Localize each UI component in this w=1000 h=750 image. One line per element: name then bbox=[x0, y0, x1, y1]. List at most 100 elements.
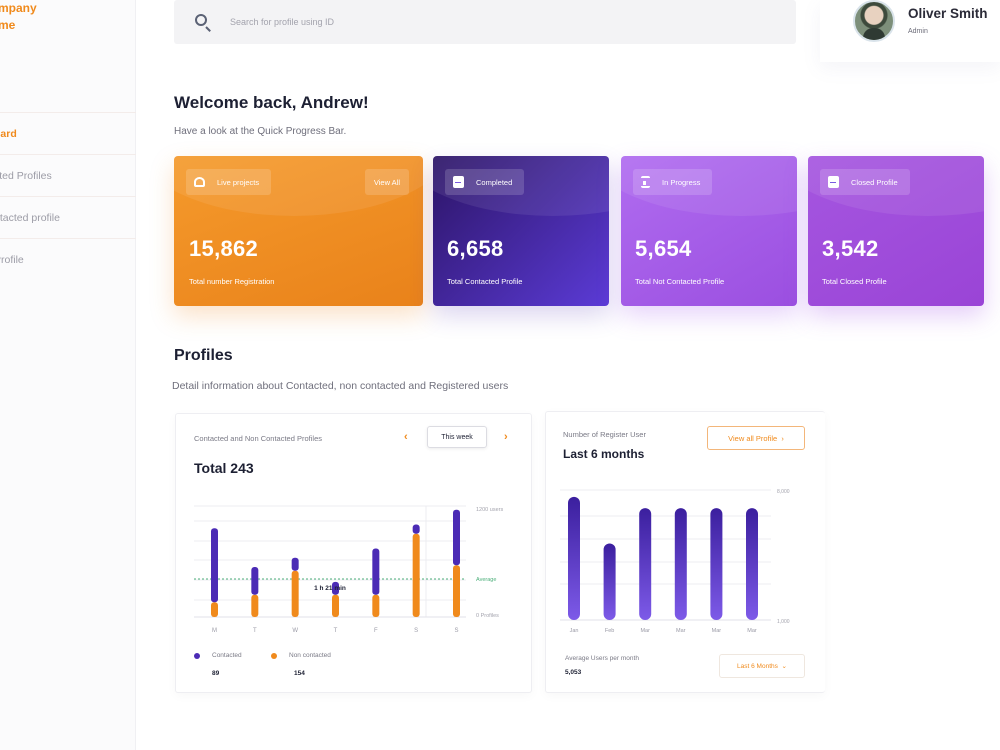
bar-non-contacted bbox=[291, 570, 299, 617]
bar-non-contacted bbox=[372, 594, 380, 617]
x-tick-label: Jan bbox=[570, 628, 579, 634]
card-value: 3,542 bbox=[822, 236, 879, 261]
bar-contacted bbox=[453, 509, 460, 566]
x-tick-label: S bbox=[414, 628, 418, 634]
bar-contacted bbox=[372, 548, 380, 595]
search-icon[interactable] bbox=[194, 13, 212, 32]
x-tick-label: Mar bbox=[640, 628, 650, 634]
bar-contacted bbox=[251, 567, 259, 595]
legend-label: Non contacted bbox=[289, 652, 331, 659]
avatar[interactable] bbox=[853, 0, 895, 42]
card-value: 5,654 bbox=[635, 236, 692, 261]
bar-contacted bbox=[291, 557, 299, 571]
chevron-down-icon: ⌄ bbox=[777, 663, 787, 670]
monthly-chart-panel: Number of Register User Last 6 months Vi… bbox=[545, 411, 825, 693]
x-tick-label: W bbox=[292, 628, 298, 634]
x-tick-label: F bbox=[374, 628, 378, 634]
section-title: Profiles bbox=[174, 347, 233, 364]
sidebar-item-label: Profile bbox=[0, 253, 24, 266]
card-chip: Completed bbox=[445, 169, 525, 195]
legend-non-contacted: Non contacted bbox=[271, 652, 331, 659]
legend-value-non-contacted: 154 bbox=[294, 670, 305, 677]
average-value: 5,053 bbox=[565, 669, 582, 676]
bar-non-contacted bbox=[211, 602, 218, 617]
brand-logo[interactable]: mpany me bbox=[0, 0, 37, 34]
bar-non-contacted bbox=[251, 594, 259, 617]
document-icon bbox=[453, 176, 464, 188]
sidebar-item-not-contacted-profile[interactable]: ntacted profile bbox=[0, 196, 136, 238]
stat-card-closed-profile[interactable]: Closed Profile 3,542 Total Closed Profil… bbox=[808, 156, 984, 306]
average-label: Average bbox=[476, 577, 496, 583]
chart-tooltip: 1 h 21 min bbox=[314, 585, 346, 592]
card-label: Total Contacted Profile bbox=[447, 277, 523, 286]
hourglass-icon bbox=[641, 176, 650, 188]
card-value: 15,862 bbox=[189, 236, 259, 261]
stat-card-in-progress[interactable]: In Progress 5,654 Total Not Contacted Pr… bbox=[621, 156, 797, 306]
card-chip-label: In Progress bbox=[662, 177, 701, 187]
sidebar-item-label: ntacted profile bbox=[0, 211, 60, 224]
sidebar-item-dashboard[interactable]: oard bbox=[0, 112, 136, 154]
bar-month bbox=[639, 508, 652, 620]
legend-label: Contacted bbox=[212, 652, 242, 659]
x-tick-label: Mar bbox=[676, 628, 686, 634]
brand-line-1: mpany bbox=[0, 1, 37, 15]
user-role: Admin bbox=[908, 28, 928, 35]
stat-card-completed[interactable]: Completed 6,658 Total Contacted Profile bbox=[433, 156, 609, 306]
card-chip-label: Completed bbox=[476, 177, 513, 187]
average-label: Average Users per month bbox=[565, 655, 639, 662]
brand-line-2: me bbox=[0, 18, 16, 32]
legend-dot bbox=[194, 652, 200, 659]
page-subtitle: Have a look at the Quick Progress Bar. bbox=[174, 126, 347, 137]
card-label: Total Closed Profile bbox=[822, 277, 887, 286]
sidebar-nav: oard cted Profiles ntacted profile Profi… bbox=[0, 112, 136, 280]
page-title: Welcome back, Andrew! bbox=[174, 93, 369, 112]
sidebar: mpany me oard cted Profiles ntacted prof… bbox=[0, 0, 136, 750]
x-tick-label: Mar bbox=[747, 628, 757, 634]
legend-contacted: Contacted bbox=[194, 652, 242, 659]
x-tick-label: Mar bbox=[712, 628, 722, 634]
search-input[interactable] bbox=[230, 17, 630, 27]
sidebar-item-label: oard bbox=[0, 127, 17, 140]
bar-non-contacted bbox=[453, 565, 460, 617]
card-chip: Closed Profile bbox=[820, 169, 910, 195]
bar-non-contacted bbox=[412, 533, 420, 617]
bar-month bbox=[603, 543, 616, 620]
bar-contacted bbox=[412, 524, 420, 534]
bar-month bbox=[674, 508, 687, 620]
sidebar-item-profile[interactable]: Profile bbox=[0, 238, 136, 280]
document-icon bbox=[828, 176, 839, 188]
section-subtitle: Detail information about Contacted, non … bbox=[172, 380, 509, 392]
bar-month bbox=[568, 496, 580, 620]
bar-contacted bbox=[211, 528, 218, 603]
bar-non-contacted bbox=[332, 594, 339, 617]
card-chip: Live projects bbox=[186, 169, 272, 195]
y-axis-label: 1,000 bbox=[777, 619, 790, 625]
sidebar-item-label: cted Profiles bbox=[0, 169, 52, 182]
user-name: Oliver Smith bbox=[908, 6, 988, 21]
legend-dot bbox=[271, 652, 277, 659]
stat-card-live-projects[interactable]: Live projects View All 15,862 Total numb… bbox=[174, 156, 423, 306]
bar-month bbox=[746, 508, 758, 620]
x-tick-label: T bbox=[253, 628, 257, 634]
card-value: 6,658 bbox=[447, 236, 504, 261]
view-all-button[interactable]: View All bbox=[364, 169, 409, 195]
live-icon bbox=[194, 177, 205, 187]
x-tick-label: S bbox=[454, 628, 458, 634]
card-chip-label: Closed Profile bbox=[851, 177, 898, 187]
card-chip-label: Live projects bbox=[217, 177, 260, 187]
bar-month bbox=[710, 508, 723, 620]
weekly-chart-panel: Contacted and Non Contacted Profiles Tot… bbox=[175, 413, 532, 693]
y-axis-label: 0 Profiles bbox=[476, 613, 499, 619]
y-axis-label: 1200 users bbox=[476, 507, 503, 513]
card-label: Total number Registration bbox=[189, 277, 275, 286]
months-dropdown[interactable]: Last 6 Months ⌄ bbox=[719, 654, 805, 678]
search-bar bbox=[174, 0, 796, 44]
user-profile[interactable]: Oliver Smith Admin bbox=[820, 0, 1000, 62]
monthly-bar-chart: Jan Feb Mar Mar Mar Mar 8,000 1,000 bbox=[560, 489, 790, 634]
dropdown-label: Last 6 Months bbox=[737, 662, 778, 670]
x-tick-label: T bbox=[334, 628, 338, 634]
sidebar-item-contacted-profiles[interactable]: cted Profiles bbox=[0, 154, 136, 196]
x-tick-label: Feb bbox=[605, 628, 614, 634]
card-chip: In Progress bbox=[633, 169, 713, 195]
weekly-bar-chart: M T W T F S S 1 h 21 min 1200 users Average 0 Prof… bbox=[194, 505, 503, 634]
